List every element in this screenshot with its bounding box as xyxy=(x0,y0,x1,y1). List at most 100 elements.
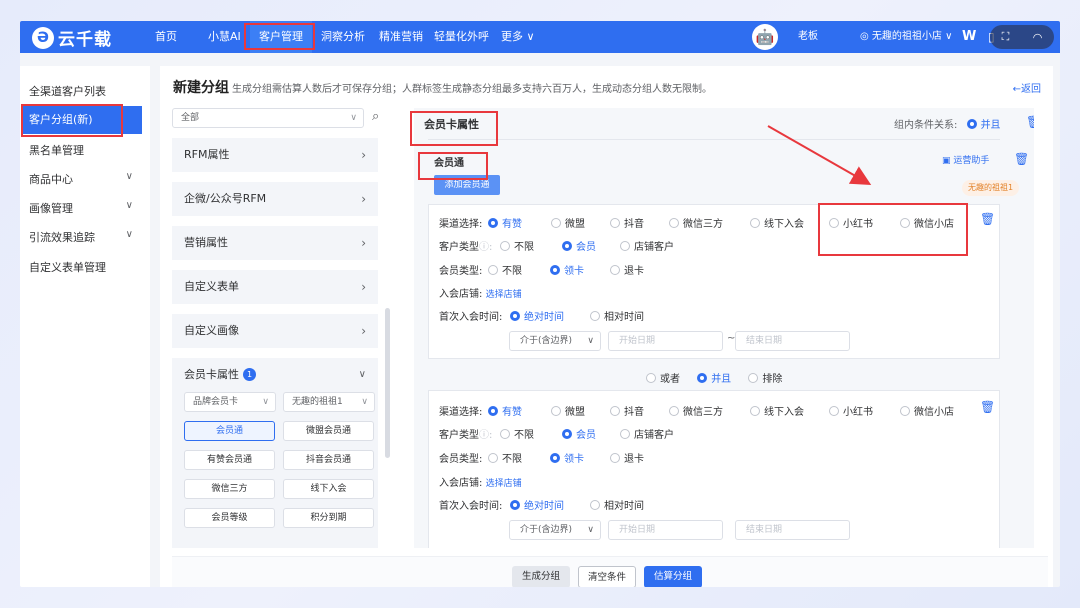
back-link[interactable]: ←返回 xyxy=(1013,80,1041,95)
category-custom-portrait[interactable]: 自定义画像 › xyxy=(172,314,378,348)
search-icon[interactable]: ⌕ xyxy=(372,109,379,124)
channel-option[interactable]: 微盟 xyxy=(551,215,585,230)
sidebar-item-blacklist[interactable]: 黑名单管理 xyxy=(29,142,84,158)
channel-option[interactable]: 线下入会 xyxy=(750,403,804,418)
member-type-option[interactable]: 退卡 xyxy=(610,450,644,465)
nav-outbound-call[interactable]: 轻量化外呼 xyxy=(434,21,489,53)
channel-option[interactable]: 抖音 xyxy=(610,403,644,418)
nav-xiaohui-ai[interactable]: 小慧AI xyxy=(208,21,241,53)
channel-option[interactable]: 抖音 xyxy=(610,215,644,230)
end-date-input[interactable]: 结束日期 xyxy=(735,520,850,540)
screenshot-icon[interactable]: ⛶ xyxy=(1002,30,1010,44)
customer-type-option[interactable]: 不限 xyxy=(500,426,534,441)
option-label: 绝对时间 xyxy=(524,501,564,512)
option-label: 微信三方 xyxy=(683,219,723,230)
time-type-option[interactable]: 相对时间 xyxy=(590,308,644,323)
radio-and[interactable] xyxy=(966,119,977,129)
tag-weimeng[interactable]: 微盟会员通 xyxy=(283,421,374,441)
sidebar-item-product-center[interactable]: 商品中心 ∨ xyxy=(29,171,141,187)
time-type-option[interactable]: 绝对时间 xyxy=(510,308,564,323)
channel-option[interactable]: 有赞 xyxy=(488,403,522,418)
help-icon[interactable]: ⓘ: xyxy=(479,242,492,253)
customer-type-option[interactable]: 会员 xyxy=(562,238,596,253)
app-logo[interactable]: Ə 云千载 xyxy=(32,25,112,50)
time-type-option[interactable]: 相对时间 xyxy=(590,497,644,512)
start-date-input[interactable]: 开始日期 xyxy=(608,520,723,540)
tag-offline[interactable]: 线下入会 xyxy=(283,479,374,499)
category-wecom-rfm[interactable]: 企微/公众号RFM › xyxy=(172,182,378,216)
tag-huiyuantong[interactable]: 会员通 xyxy=(184,421,275,441)
trash-icon[interactable]: 🗑 xyxy=(980,212,995,226)
range-select[interactable]: 介于(含边界) ∨ xyxy=(509,331,601,351)
tag-youzan[interactable]: 有赞会员通 xyxy=(184,450,275,470)
channel-option[interactable]: 线下入会 xyxy=(750,215,804,230)
category-marketing[interactable]: 营销属性 › xyxy=(172,226,378,260)
headset-icon[interactable]: ◠ xyxy=(1033,31,1043,44)
trash-icon[interactable]: 🗑 xyxy=(980,400,995,414)
category-rfm[interactable]: RFM属性 › xyxy=(172,138,378,172)
logic-exclude[interactable]: 排除 xyxy=(748,373,782,385)
field-label: 客户类型 xyxy=(439,242,479,253)
radio-icon xyxy=(562,429,572,439)
brand-w-icon[interactable]: W xyxy=(962,21,976,53)
sidebar-item-portrait[interactable]: 画像管理 ∨ xyxy=(29,200,141,216)
member-type-option[interactable]: 退卡 xyxy=(610,262,644,277)
card-type-select[interactable]: 品牌会员卡 ∨ xyxy=(184,392,276,412)
option-label: 微信小店 xyxy=(914,407,954,418)
range-select[interactable]: 介于(含边界) ∨ xyxy=(509,520,601,540)
select-store-link[interactable]: 选择店铺 xyxy=(486,290,522,300)
channel-option[interactable]: 微信三方 xyxy=(669,403,723,418)
channel-option[interactable]: 微盟 xyxy=(551,403,585,418)
sidebar-item-custom-form[interactable]: 自定义表单管理 xyxy=(29,259,106,275)
generate-group-button[interactable]: 生成分组 xyxy=(512,566,570,587)
tag-wechat-third[interactable]: 微信三方 xyxy=(184,479,275,499)
member-type-option[interactable]: 不限 xyxy=(488,450,522,465)
logic-or[interactable]: 或者 xyxy=(646,373,680,385)
nav-more[interactable]: 更多 ∨ xyxy=(501,21,535,53)
chevron-down-icon: ∨ xyxy=(125,200,133,211)
nav-home[interactable]: 首页 xyxy=(155,21,177,53)
clear-conditions-button[interactable]: 清空条件 xyxy=(578,566,636,587)
field-label: 首次入会时间: xyxy=(439,312,503,323)
nav-insight[interactable]: 洞察分析 xyxy=(321,21,365,53)
logic-and[interactable]: 并且 xyxy=(697,373,731,385)
customer-type-option[interactable]: 会员 xyxy=(562,426,596,441)
attribute-filter-select[interactable]: 全部 ∨ xyxy=(172,108,364,128)
time-type-option[interactable]: 绝对时间 xyxy=(510,497,564,512)
select-store-link[interactable]: 选择店铺 xyxy=(486,479,522,489)
ops-helper-link[interactable]: ▣ 运营助手 xyxy=(942,153,989,166)
radio-icon xyxy=(620,241,630,251)
customer-type-option[interactable]: 不限 xyxy=(500,238,534,253)
category-custom-form[interactable]: 自定义表单 › xyxy=(172,270,378,304)
channel-option[interactable]: 有赞 xyxy=(488,215,522,230)
store-switcher[interactable]: ◎ 无趣的祖祖小店 ∨ xyxy=(860,21,952,53)
option-label: 线下入会 xyxy=(764,407,804,418)
start-date-input[interactable]: 开始日期 xyxy=(608,331,723,351)
trash-icon[interactable]: 🗑 xyxy=(1026,115,1034,129)
estimate-group-button[interactable]: 估算分组 xyxy=(644,566,702,587)
customer-type-option[interactable]: 店铺客户 xyxy=(620,238,674,253)
channel-option-wechat-shop[interactable]: 微信小店 xyxy=(900,403,954,418)
nav-precision-marketing[interactable]: 精准营销 xyxy=(379,21,423,53)
member-type-option[interactable]: 不限 xyxy=(488,262,522,277)
option-label: 有赞 xyxy=(502,407,522,418)
scrollbar[interactable] xyxy=(385,308,390,458)
customer-type-option[interactable]: 店铺客户 xyxy=(620,426,674,441)
end-date-input[interactable]: 结束日期 xyxy=(735,331,850,351)
channel-option-xiaohongshu[interactable]: 小红书 xyxy=(829,403,873,418)
card-store-select[interactable]: 无趣的祖祖1 ∨ xyxy=(283,392,375,412)
channel-option[interactable]: 微信三方 xyxy=(669,215,723,230)
tag-douyin[interactable]: 抖音会员通 xyxy=(283,450,374,470)
sidebar-item-traffic-tracking[interactable]: 引流效果追踪 ∨ xyxy=(29,229,141,245)
trash-icon[interactable]: 🗑 xyxy=(1014,152,1029,166)
sidebar-item-all-customers[interactable]: 全渠道客户列表 xyxy=(29,83,106,99)
window-controls[interactable]: ⛶ ◠ xyxy=(990,25,1054,49)
channel-row: 渠道选择: xyxy=(439,403,482,418)
relation-value: 并且 xyxy=(980,120,1001,131)
assistant-avatar-icon[interactable]: 🤖 xyxy=(752,24,778,50)
member-type-option[interactable]: 领卡 xyxy=(550,450,584,465)
help-icon[interactable]: ⓘ: xyxy=(479,430,492,441)
tag-points-expire[interactable]: 积分到期 xyxy=(283,508,374,528)
tag-member-level[interactable]: 会员等级 xyxy=(184,508,275,528)
member-type-option[interactable]: 领卡 xyxy=(550,262,584,277)
